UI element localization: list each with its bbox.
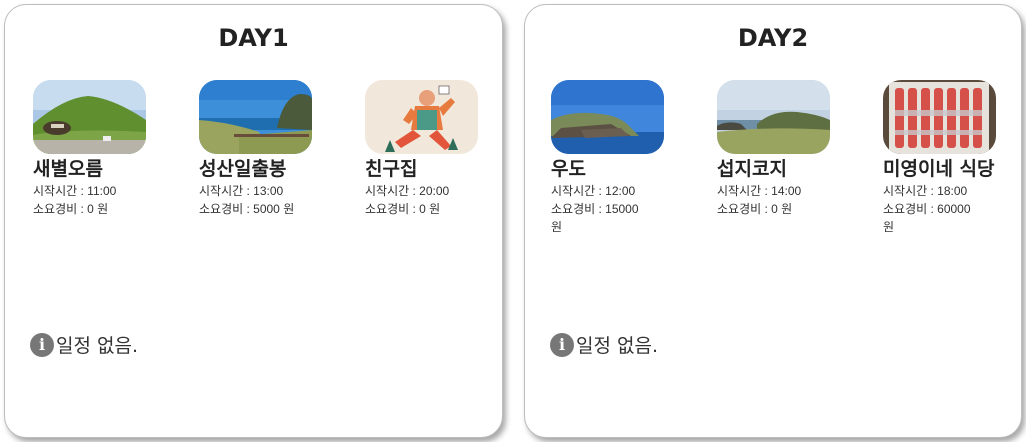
place-card-seongsan-ilchulbong[interactable]: 성산일출봉 시작시간 : 13:00 소요경비 : 5000 원: [199, 80, 334, 218]
place-image-udo[interactable]: [551, 80, 664, 154]
no-schedule-text: 일정 없음.: [56, 335, 138, 357]
place-image-friend-house[interactable]: [365, 80, 478, 154]
place-cost: 소요경비 : 5000 원: [199, 202, 295, 216]
no-schedule-message: i 일정 없음.: [550, 331, 658, 358]
day1-card: DAY1 새별오름 시작시간 : 11:00 소요경비 : 0 원 성산일출봉 …: [4, 4, 503, 438]
place-cost: 소요경비 : 0 원: [33, 202, 109, 216]
place-image-saebyeol-oreum[interactable]: [33, 80, 146, 154]
place-image-seongsan-ilchulbong[interactable]: [199, 80, 312, 154]
place-card-saebyeol-oreum[interactable]: 새별오름 시작시간 : 11:00 소요경비 : 0 원: [33, 80, 168, 218]
place-name: 새별오름: [33, 158, 103, 180]
place-name: 미영이네 식당: [883, 158, 995, 180]
place-start-time: 시작시간 : 12:00: [551, 184, 636, 198]
info-icon: i: [550, 332, 574, 357]
place-start-time: 시작시간 : 18:00: [883, 184, 968, 198]
no-schedule-text: 일정 없음.: [576, 335, 658, 357]
day2-title: DAY2: [737, 24, 809, 52]
place-name: 우도: [551, 158, 586, 180]
place-image-miyeongine-restaurant[interactable]: [883, 80, 996, 154]
place-card-udo[interactable]: 우도 시작시간 : 12:00 소요경비 : 15000 원: [551, 80, 686, 236]
day2-card: DAY2 우도 시작시간 : 12:00 소요경비 : 15000 원 섭지코지…: [524, 4, 1022, 438]
place-cost: 소요경비 : 60000 원: [883, 202, 971, 234]
place-start-time: 시작시간 : 20:00: [365, 184, 450, 198]
place-card-seopjikoji[interactable]: 섭지코지 시작시간 : 14:00 소요경비 : 0 원: [717, 80, 852, 218]
day1-title: DAY1: [218, 24, 289, 52]
info-icon: i: [30, 332, 54, 357]
place-start-time: 시작시간 : 14:00: [717, 184, 802, 198]
place-name: 섭지코지: [717, 158, 787, 180]
place-name: 성산일출봉: [199, 158, 287, 180]
place-name: 친구집: [365, 158, 418, 180]
place-cost: 소요경비 : 15000 원: [551, 202, 639, 234]
place-card-friend-house[interactable]: 친구집 시작시간 : 20:00 소요경비 : 0 원: [365, 80, 500, 218]
place-start-time: 시작시간 : 11:00: [33, 184, 117, 198]
place-image-seopjikoji[interactable]: [717, 80, 830, 154]
place-cost: 소요경비 : 0 원: [365, 202, 441, 216]
place-start-time: 시작시간 : 13:00: [199, 184, 284, 198]
no-schedule-message: i 일정 없음.: [30, 331, 138, 358]
place-cost: 소요경비 : 0 원: [717, 202, 793, 216]
place-card-miyeongine-restaurant[interactable]: 미영이네 식당 시작시간 : 18:00 소요경비 : 60000 원: [883, 80, 1018, 236]
